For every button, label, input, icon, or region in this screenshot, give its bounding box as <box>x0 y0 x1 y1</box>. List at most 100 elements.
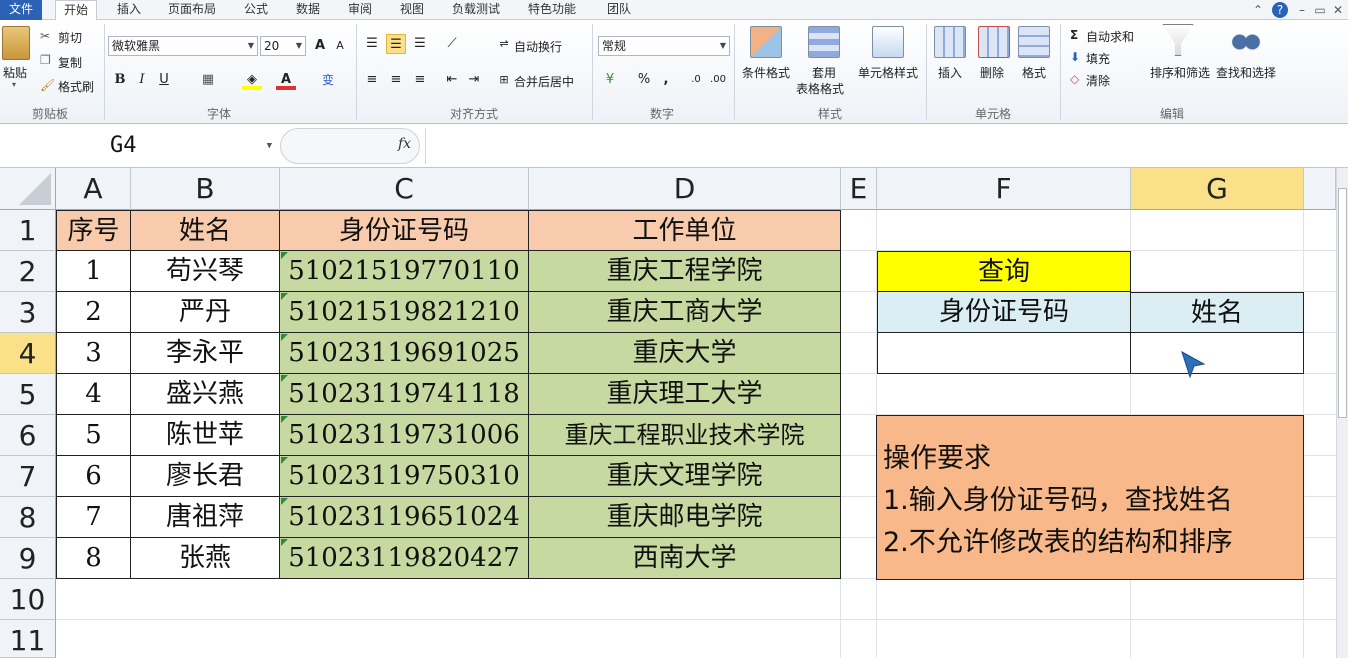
cut-button[interactable]: 剪切 <box>58 29 82 46</box>
wrap-text-button[interactable]: 自动换行 <box>514 38 562 55</box>
insert-function-icon[interactable]: fx <box>398 136 411 152</box>
underline-button[interactable]: U <box>154 70 174 90</box>
increase-decimal-button[interactable]: .0 <box>686 70 706 90</box>
error-indicator-icon[interactable] <box>281 293 288 300</box>
column-header-b[interactable]: B <box>131 168 280 210</box>
phonetic-icon[interactable]: 变 <box>318 70 338 90</box>
error-indicator-icon[interactable] <box>281 498 288 505</box>
table-cell-unit[interactable]: 重庆大学 <box>529 333 841 374</box>
lookup-name-header[interactable]: 姓名 <box>1131 292 1304 333</box>
paste-icon[interactable] <box>2 26 30 60</box>
table-cell-name[interactable]: 盛兴燕 <box>131 374 280 415</box>
tab-file[interactable]: 文件 <box>0 0 42 20</box>
lookup-name-result[interactable] <box>1131 333 1304 374</box>
table-cell-id[interactable]: 51023119651024 <box>280 497 529 538</box>
table-cell-name[interactable]: 张燕 <box>131 538 280 579</box>
text-orientation-icon[interactable]: ⟋ <box>442 34 462 54</box>
row-header-5[interactable]: 5 <box>0 374 56 415</box>
insert-cells-icon[interactable] <box>934 26 966 58</box>
table-cell-name[interactable]: 唐祖萍 <box>131 497 280 538</box>
clear-button[interactable]: 清除 <box>1086 72 1110 89</box>
format-as-table-label-1[interactable]: 套用 <box>812 64 836 81</box>
tab-page-layout[interactable]: 页面布局 <box>160 0 224 20</box>
autosum-button[interactable]: 自动求和 <box>1086 28 1134 45</box>
table-cell-id[interactable]: 51023119820427 <box>280 538 529 579</box>
table-cell-id[interactable]: 51023119731006 <box>280 415 529 456</box>
tab-view[interactable]: 视图 <box>392 0 432 20</box>
table-cell-id[interactable]: 51021519821210 <box>280 292 529 333</box>
row-header-2[interactable]: 2 <box>0 251 56 292</box>
font-name-select[interactable]: 微软雅黑 ▼ <box>108 36 258 56</box>
tab-load-test[interactable]: 负载测试 <box>444 0 508 20</box>
table-cell-seq[interactable]: 1 <box>56 251 131 292</box>
merge-center-button[interactable]: 合并后居中 <box>514 73 574 90</box>
table-cell-seq[interactable]: 3 <box>56 333 131 374</box>
paste-button[interactable]: 粘贴 <box>3 64 27 81</box>
fill-icon[interactable]: ⬇ <box>1070 50 1080 64</box>
tab-data[interactable]: 数据 <box>288 0 328 20</box>
sort-filter-button[interactable]: 排序和筛选 <box>1150 64 1210 81</box>
row-header-3[interactable]: 3 <box>0 292 56 333</box>
column-header-d[interactable]: D <box>529 168 841 210</box>
fill-color-icon[interactable]: ◈ <box>242 70 262 90</box>
shrink-font-button[interactable]: A <box>330 36 350 56</box>
merge-center-icon[interactable]: ⊞ <box>494 70 514 90</box>
table-cell-unit[interactable]: 重庆文理学院 <box>529 456 841 497</box>
align-middle-icon[interactable]: ☰ <box>386 34 406 54</box>
table-cell-seq[interactable]: 2 <box>56 292 131 333</box>
format-cells-button[interactable]: 格式 <box>1022 64 1046 81</box>
find-select-icon[interactable] <box>1230 26 1262 58</box>
row-header-11[interactable]: 11 <box>0 620 56 658</box>
column-header-c[interactable]: C <box>280 168 529 210</box>
copy-button[interactable]: 复制 <box>58 54 82 71</box>
row-header-4[interactable]: 4 <box>0 333 56 374</box>
table-header-unit[interactable]: 工作单位 <box>529 210 841 251</box>
table-cell-seq[interactable]: 7 <box>56 497 131 538</box>
tab-home[interactable]: 开始 <box>55 0 97 21</box>
column-header-a[interactable]: A <box>56 168 131 210</box>
query-title-cell[interactable]: 查询 <box>877 251 1131 292</box>
cell-styles-button[interactable]: 单元格样式 <box>858 64 918 81</box>
column-header-f[interactable]: F <box>877 168 1131 210</box>
name-box[interactable]: G4 ▼ <box>0 128 276 164</box>
align-right-icon[interactable]: ≡ <box>410 70 430 90</box>
format-cells-icon[interactable] <box>1018 26 1050 58</box>
border-icon[interactable]: ▦ <box>198 70 218 90</box>
insert-cells-button[interactable]: 插入 <box>938 64 962 81</box>
increase-indent-icon[interactable]: ⇥ <box>464 70 484 90</box>
align-top-icon[interactable]: ☰ <box>362 34 382 54</box>
table-header-name[interactable]: 姓名 <box>131 210 280 251</box>
help-icon[interactable]: ? <box>1272 2 1288 18</box>
window-close-icon[interactable]: ✕ <box>1330 2 1346 18</box>
bold-button[interactable]: B <box>110 70 130 90</box>
table-cell-name[interactable]: 严丹 <box>131 292 280 333</box>
table-cell-id[interactable]: 51021519770110 <box>280 251 529 292</box>
row-header-9[interactable]: 9 <box>0 538 56 579</box>
table-cell-name[interactable]: 苟兴琴 <box>131 251 280 292</box>
table-cell-unit[interactable]: 重庆理工大学 <box>529 374 841 415</box>
cell-styles-icon[interactable] <box>872 26 904 58</box>
error-indicator-icon[interactable] <box>281 375 288 382</box>
error-indicator-icon[interactable] <box>281 539 288 546</box>
table-cell-name[interactable]: 陈世苹 <box>131 415 280 456</box>
format-painter-icon[interactable]: 🖌 <box>40 78 55 92</box>
row-header-10[interactable]: 10 <box>0 579 56 620</box>
table-cell-unit[interactable]: 西南大学 <box>529 538 841 579</box>
table-cell-seq[interactable]: 4 <box>56 374 131 415</box>
fill-button[interactable]: 填充 <box>1086 50 1110 67</box>
row-header-7[interactable]: 7 <box>0 456 56 497</box>
column-header-g[interactable]: G <box>1131 168 1304 210</box>
table-cell-seq[interactable]: 6 <box>56 456 131 497</box>
tab-formulas[interactable]: 公式 <box>236 0 276 20</box>
tab-insert[interactable]: 插入 <box>108 0 150 20</box>
table-header-seq[interactable]: 序号 <box>56 210 131 251</box>
select-all-corner[interactable] <box>0 168 56 210</box>
grow-font-button[interactable]: A <box>310 36 330 56</box>
find-select-button[interactable]: 查找和选择 <box>1216 64 1276 81</box>
window-minimize-icon[interactable]: – <box>1294 2 1310 18</box>
paste-dropdown-icon[interactable]: ▾ <box>12 80 16 89</box>
delete-cells-button[interactable]: 删除 <box>980 64 1004 81</box>
vertical-scrollbar[interactable] <box>1336 168 1348 658</box>
lookup-id-header[interactable]: 身份证号码 <box>877 292 1131 333</box>
align-bottom-icon[interactable]: ☰ <box>410 34 430 54</box>
